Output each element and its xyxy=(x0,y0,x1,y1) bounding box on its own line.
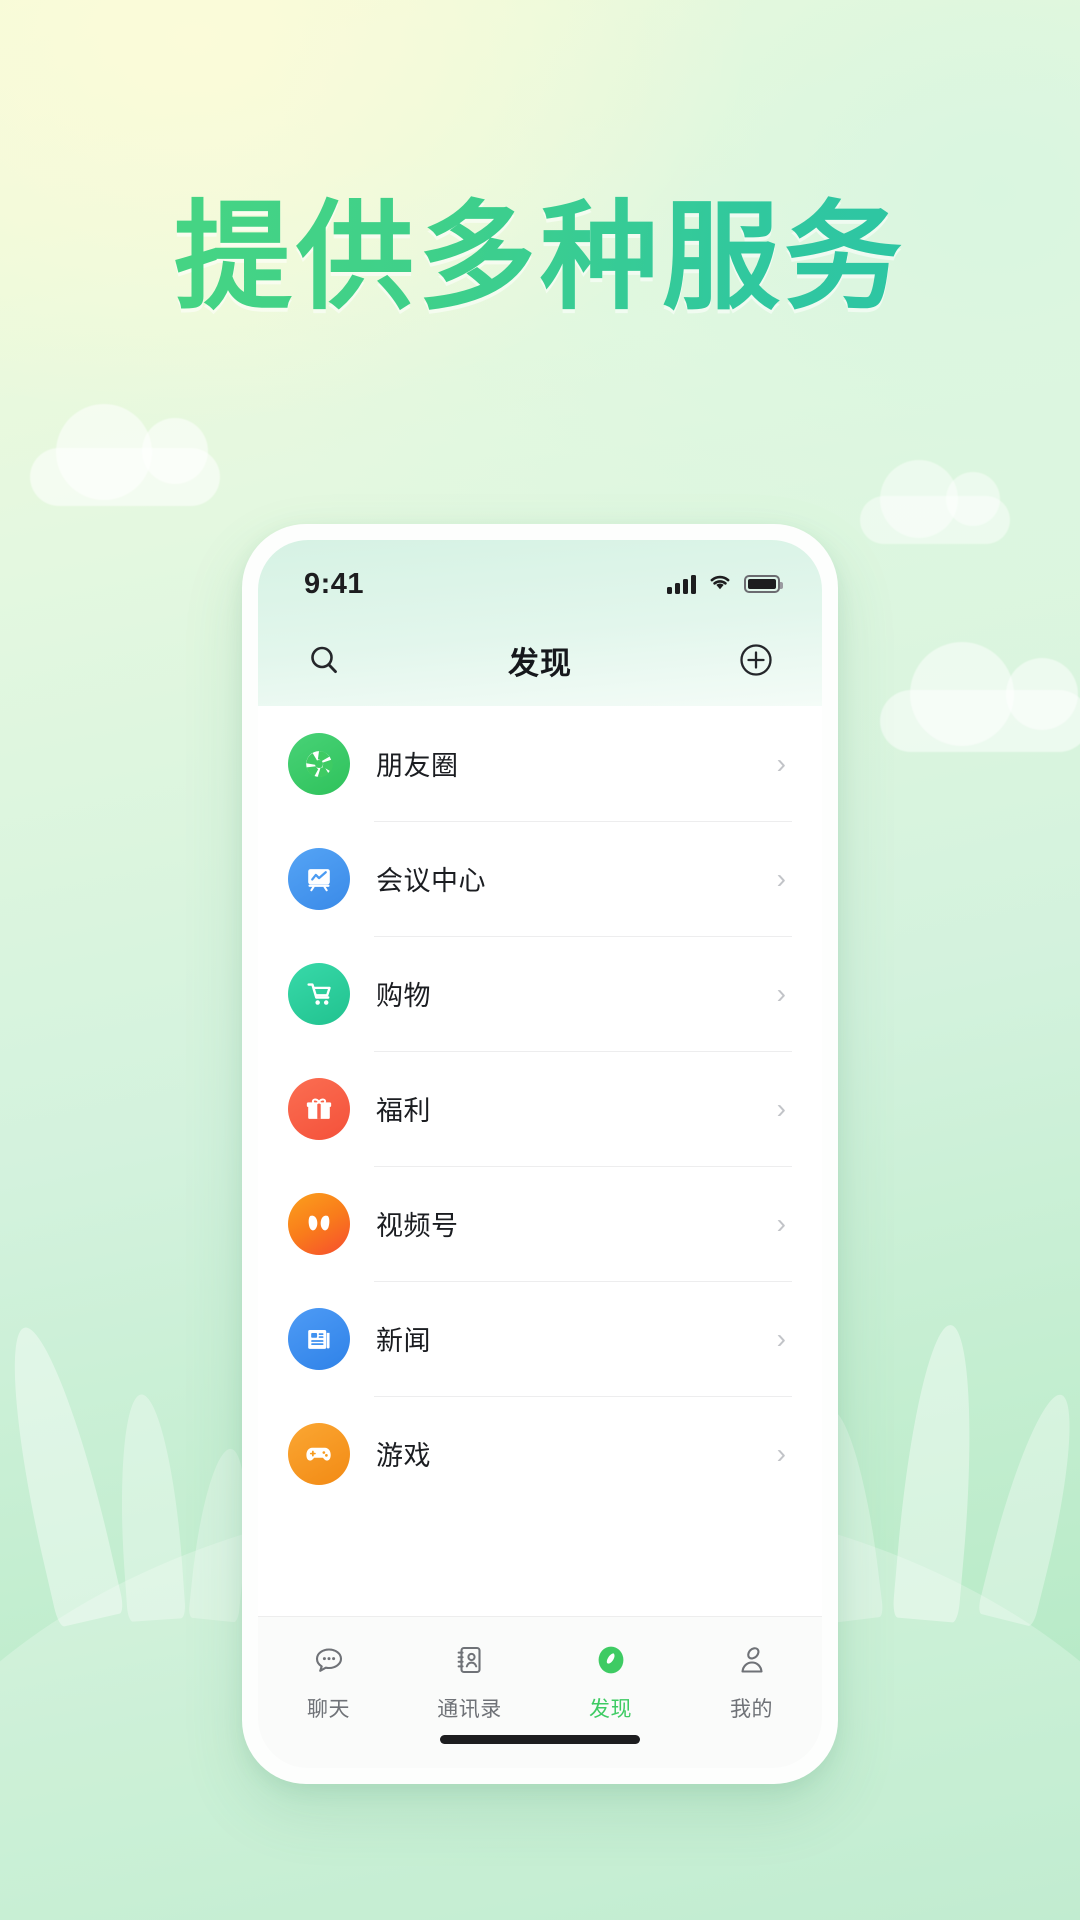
navigation-bar: 发现 xyxy=(258,614,822,706)
page-headline: 提供多种服务 xyxy=(0,195,1080,321)
aperture-icon xyxy=(288,732,350,795)
chevron-right-icon: › xyxy=(776,1322,786,1354)
gift-icon xyxy=(288,1077,350,1140)
list-item-label: 视频号 xyxy=(376,1211,459,1241)
chevron-right-icon: › xyxy=(776,1092,786,1124)
wifi-icon xyxy=(707,572,733,596)
list-item[interactable]: 视频号 › xyxy=(288,1166,792,1281)
chat-bubble-icon xyxy=(309,1637,349,1683)
cloud-shape xyxy=(860,460,1010,544)
list-item-label: 福利 xyxy=(376,1096,431,1126)
tab-chat[interactable]: 聊天 xyxy=(258,1637,399,1723)
plus-circle-icon[interactable] xyxy=(734,638,778,682)
chevron-right-icon: › xyxy=(776,862,786,894)
tab-label: 通讯录 xyxy=(437,1698,502,1721)
chevron-right-icon: › xyxy=(776,747,786,779)
list-item-label: 新闻 xyxy=(376,1326,431,1356)
cellular-signal-icon xyxy=(667,574,696,594)
presentation-icon xyxy=(288,847,350,910)
tab-label: 我的 xyxy=(730,1698,773,1721)
grass-blade xyxy=(976,1387,1080,1628)
list-item[interactable]: 朋友圈 › xyxy=(288,706,792,821)
tab-label: 发现 xyxy=(589,1698,632,1721)
channels-butterfly-icon xyxy=(288,1192,350,1255)
tab-discover[interactable]: 发现 xyxy=(540,1637,681,1723)
status-icons xyxy=(667,572,783,596)
grass-blade xyxy=(112,1392,186,1623)
grass-blade xyxy=(892,1322,984,1623)
gamepad-icon xyxy=(288,1422,350,1485)
chevron-right-icon: › xyxy=(776,1207,786,1239)
search-icon[interactable] xyxy=(302,638,346,682)
list-item[interactable]: 新闻 › xyxy=(288,1281,792,1396)
list-item-label: 会议中心 xyxy=(376,866,486,896)
contacts-card-icon xyxy=(450,1637,490,1683)
discover-compass-icon xyxy=(591,1637,631,1683)
grass-blade xyxy=(0,1320,126,1628)
list-item[interactable]: 福利 › xyxy=(288,1051,792,1166)
home-indicator xyxy=(440,1735,640,1744)
person-icon xyxy=(732,1637,772,1683)
tab-label: 聊天 xyxy=(307,1698,350,1721)
cloud-shape xyxy=(30,404,220,506)
tab-profile[interactable]: 我的 xyxy=(681,1637,822,1723)
cloud-shape xyxy=(880,642,1080,752)
status-time: 9:41 xyxy=(304,567,365,600)
shopping-cart-icon xyxy=(288,962,350,1025)
list-item-label: 购物 xyxy=(376,981,431,1011)
list-item-label: 游戏 xyxy=(376,1441,431,1471)
chevron-right-icon: › xyxy=(776,1437,786,1469)
newspaper-icon xyxy=(288,1307,350,1370)
bottom-tab-bar: 聊天 通讯录 发现 我的 xyxy=(258,1616,822,1768)
page-title: 发现 xyxy=(508,645,572,681)
status-bar: 9:41 xyxy=(258,540,822,614)
tab-contacts[interactable]: 通讯录 xyxy=(399,1637,540,1723)
chevron-right-icon: › xyxy=(776,977,786,1009)
phone-mockup: 9:41 发现 朋友圈 › 会议中心 › 购物 › 福利 › 视频号 › 新闻 … xyxy=(242,524,838,1784)
list-item-label: 朋友圈 xyxy=(376,751,459,781)
service-list: 朋友圈 › 会议中心 › 购物 › 福利 › 视频号 › 新闻 › 游戏 › xyxy=(258,706,822,1616)
list-item[interactable]: 游戏 › xyxy=(288,1396,792,1511)
battery-full-icon xyxy=(744,575,783,593)
list-item[interactable]: 购物 › xyxy=(288,936,792,1051)
phone-screen: 9:41 发现 朋友圈 › 会议中心 › 购物 › 福利 › 视频号 › 新闻 … xyxy=(258,540,822,1768)
list-item[interactable]: 会议中心 › xyxy=(288,821,792,936)
